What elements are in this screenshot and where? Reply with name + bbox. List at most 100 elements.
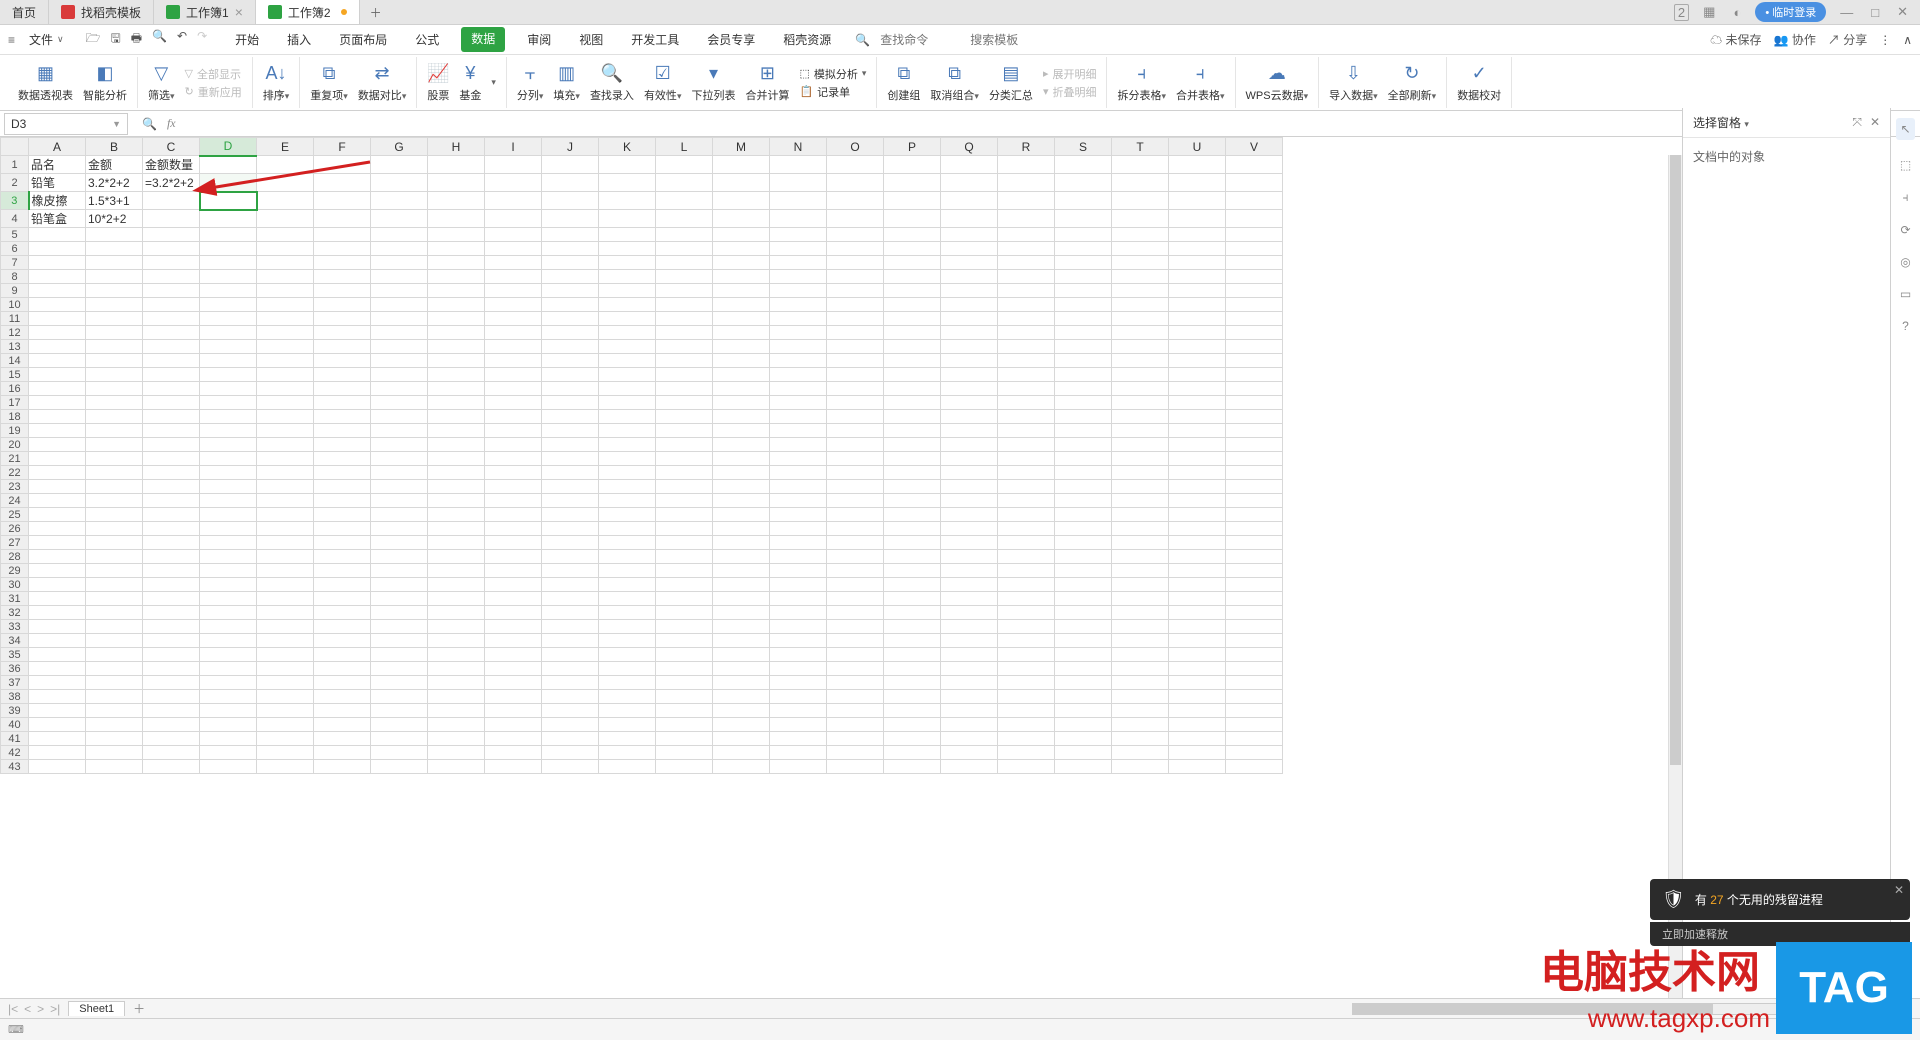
cell[interactable] <box>542 256 599 270</box>
cell[interactable] <box>428 256 485 270</box>
cell[interactable] <box>770 284 827 298</box>
cell[interactable] <box>200 676 257 690</box>
validity-button[interactable]: ☑有效性▾ <box>644 63 682 103</box>
cell[interactable] <box>713 606 770 620</box>
cell[interactable] <box>998 718 1055 732</box>
cell[interactable] <box>542 284 599 298</box>
cell[interactable] <box>29 606 86 620</box>
cell[interactable] <box>428 382 485 396</box>
cell[interactable] <box>599 760 656 774</box>
cell[interactable] <box>485 410 542 424</box>
cell[interactable] <box>998 382 1055 396</box>
cell[interactable] <box>1112 452 1169 466</box>
cell[interactable] <box>827 522 884 536</box>
cell[interactable] <box>428 424 485 438</box>
cell[interactable] <box>884 256 941 270</box>
row-header[interactable]: 15 <box>1 368 29 382</box>
cell[interactable] <box>143 578 200 592</box>
cell[interactable] <box>86 382 143 396</box>
cell[interactable] <box>143 228 200 242</box>
reapply-button[interactable]: ↻ 重新应用 <box>185 84 242 100</box>
cell[interactable] <box>485 634 542 648</box>
cell[interactable] <box>428 676 485 690</box>
cell[interactable] <box>314 606 371 620</box>
row-header[interactable]: 40 <box>1 718 29 732</box>
cell[interactable] <box>599 466 656 480</box>
cell[interactable] <box>257 242 314 256</box>
cell[interactable] <box>257 746 314 760</box>
cell[interactable] <box>1226 192 1283 210</box>
cell[interactable] <box>884 312 941 326</box>
cell[interactable] <box>770 746 827 760</box>
badge-icon[interactable]: 2 <box>1674 4 1689 21</box>
row-header[interactable]: 35 <box>1 648 29 662</box>
cell[interactable] <box>1055 396 1112 410</box>
cell[interactable] <box>371 592 428 606</box>
cell[interactable] <box>200 210 257 228</box>
collapse-ribbon-icon[interactable]: ∧ <box>1903 33 1912 47</box>
cell[interactable] <box>941 522 998 536</box>
cell[interactable] <box>1226 368 1283 382</box>
cell[interactable] <box>143 298 200 312</box>
cell[interactable] <box>998 396 1055 410</box>
cell[interactable] <box>428 438 485 452</box>
cell[interactable] <box>86 256 143 270</box>
cell[interactable] <box>1226 228 1283 242</box>
cell[interactable]: 1.5*3+1 <box>86 192 143 210</box>
cell[interactable] <box>1169 156 1226 174</box>
cell[interactable] <box>314 564 371 578</box>
cell[interactable] <box>1226 242 1283 256</box>
cell[interactable] <box>485 340 542 354</box>
cell[interactable] <box>884 228 941 242</box>
tab-docer[interactable]: 稻壳资源 <box>777 27 837 52</box>
column-header[interactable]: E <box>257 138 314 156</box>
row-header[interactable]: 10 <box>1 298 29 312</box>
cell[interactable] <box>1169 382 1226 396</box>
cell[interactable] <box>428 312 485 326</box>
cell[interactable] <box>599 326 656 340</box>
filter-button[interactable]: ▽筛选▾ <box>148 63 175 103</box>
cell[interactable] <box>371 550 428 564</box>
expand-detail-button[interactable]: ▸ 展开明细 <box>1043 66 1097 82</box>
cell[interactable] <box>542 410 599 424</box>
cell[interactable] <box>998 508 1055 522</box>
pin-icon[interactable]: ⤧ <box>1852 115 1862 129</box>
cell[interactable] <box>941 564 998 578</box>
cell[interactable] <box>1055 312 1112 326</box>
cell[interactable] <box>29 634 86 648</box>
cell[interactable] <box>599 550 656 564</box>
cell[interactable] <box>428 242 485 256</box>
cell[interactable] <box>941 242 998 256</box>
cell[interactable] <box>884 578 941 592</box>
cell[interactable] <box>599 746 656 760</box>
row-header[interactable]: 41 <box>1 732 29 746</box>
cell[interactable] <box>143 382 200 396</box>
cell[interactable] <box>485 466 542 480</box>
cell[interactable] <box>1226 174 1283 192</box>
cell[interactable] <box>542 174 599 192</box>
cell[interactable] <box>200 746 257 760</box>
cell[interactable] <box>770 210 827 228</box>
cell[interactable] <box>428 270 485 284</box>
cell[interactable] <box>599 508 656 522</box>
cell[interactable] <box>371 746 428 760</box>
tab-start[interactable]: 开始 <box>229 27 265 52</box>
cell[interactable] <box>371 704 428 718</box>
cell[interactable] <box>485 620 542 634</box>
cell[interactable] <box>143 410 200 424</box>
row-header[interactable]: 6 <box>1 242 29 256</box>
cell[interactable] <box>770 438 827 452</box>
cell[interactable] <box>770 312 827 326</box>
cell[interactable] <box>86 228 143 242</box>
cell[interactable] <box>1112 424 1169 438</box>
column-header[interactable]: K <box>599 138 656 156</box>
row-header[interactable]: 20 <box>1 438 29 452</box>
row-header[interactable]: 29 <box>1 564 29 578</box>
cell[interactable] <box>1226 312 1283 326</box>
cell[interactable] <box>713 228 770 242</box>
column-header[interactable]: B <box>86 138 143 156</box>
cell[interactable] <box>200 718 257 732</box>
cell[interactable] <box>770 704 827 718</box>
cell[interactable] <box>599 578 656 592</box>
cell[interactable] <box>1055 522 1112 536</box>
